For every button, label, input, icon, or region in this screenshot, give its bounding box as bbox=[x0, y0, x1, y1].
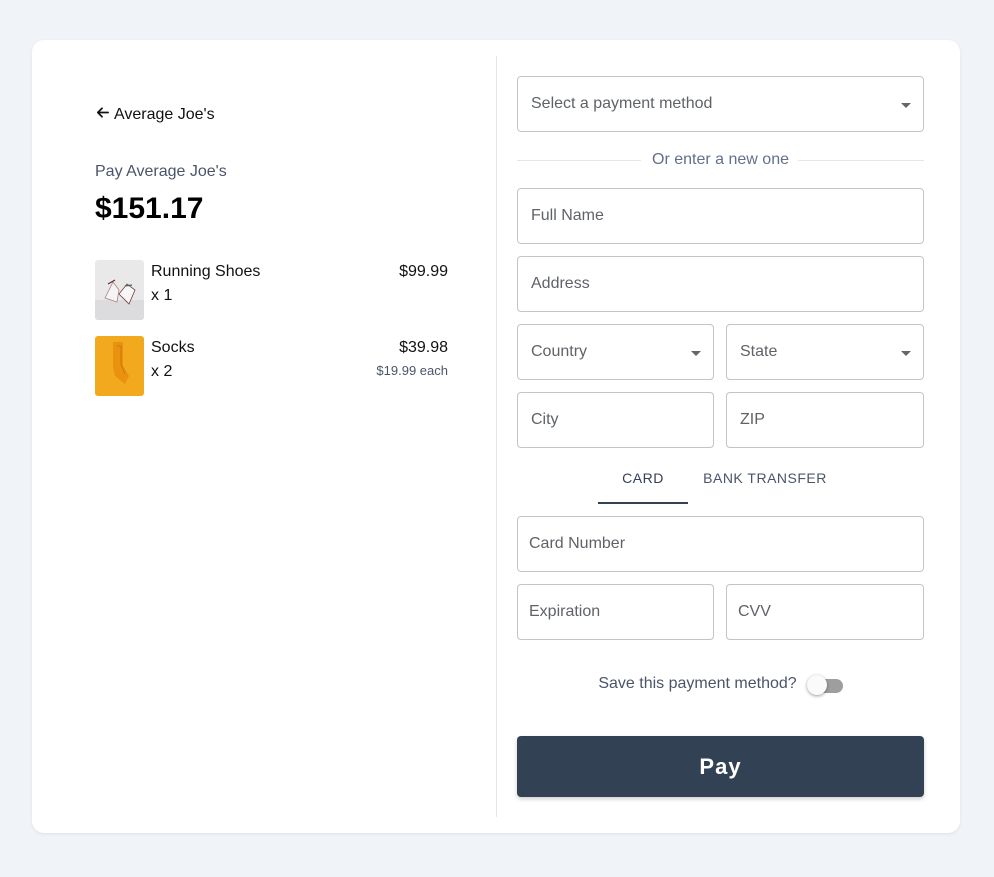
payment-method-placeholder: Select a payment method bbox=[531, 95, 713, 112]
zip-placeholder: ZIP bbox=[740, 411, 765, 428]
card-number-field[interactable]: Card Number bbox=[517, 516, 924, 572]
caret-down-icon bbox=[901, 103, 911, 108]
save-payment-row: Save this payment method? bbox=[517, 672, 924, 696]
payment-method-select[interactable]: Select a payment method bbox=[517, 76, 924, 132]
line-item: Running Shoes x 1 $99.99 bbox=[95, 260, 448, 320]
item-name: Running Shoes bbox=[151, 263, 261, 280]
tab-bank-transfer[interactable]: BANK TRANSFER bbox=[696, 470, 834, 504]
item-quantity: x 1 bbox=[151, 287, 173, 304]
item-quantity: x 2 bbox=[151, 363, 173, 380]
country-select[interactable]: Country bbox=[517, 324, 714, 380]
or-divider-text: Or enter a new one bbox=[652, 151, 789, 168]
caret-down-icon bbox=[691, 351, 701, 356]
line-item: Socks x 2 $39.98 $19.99 each bbox=[95, 336, 448, 396]
city-field[interactable]: City bbox=[517, 392, 714, 448]
back-link[interactable]: Average Joe's bbox=[95, 105, 215, 125]
arrow-left-icon bbox=[95, 105, 110, 125]
card-number-placeholder: Card Number bbox=[529, 535, 626, 552]
state-placeholder: State bbox=[740, 343, 778, 360]
country-placeholder: Country bbox=[531, 343, 588, 360]
item-price: $99.99 bbox=[399, 263, 448, 280]
tab-card[interactable]: CARD bbox=[598, 470, 688, 504]
item-unit-price: $19.99 each bbox=[376, 363, 448, 378]
cvv-placeholder: CVV bbox=[738, 603, 771, 620]
pay-merchant-label: Pay Average Joe's bbox=[95, 163, 227, 180]
pay-button[interactable]: Pay bbox=[517, 736, 924, 797]
save-payment-label: Save this payment method? bbox=[598, 675, 797, 692]
toggle-knob bbox=[806, 675, 827, 695]
order-total: $151.17 bbox=[95, 192, 204, 225]
cvv-field[interactable]: CVV bbox=[726, 584, 924, 640]
expiration-field[interactable]: Expiration bbox=[517, 584, 714, 640]
expiration-placeholder: Expiration bbox=[529, 603, 601, 620]
full-name-field[interactable]: Full Name bbox=[517, 188, 924, 244]
item-name: Socks bbox=[151, 339, 195, 356]
state-select[interactable]: State bbox=[726, 324, 924, 380]
or-divider: Or enter a new one bbox=[517, 150, 924, 170]
socks-image bbox=[95, 336, 144, 396]
back-link-label: Average Joe's bbox=[114, 106, 215, 123]
caret-down-icon bbox=[901, 351, 911, 356]
city-placeholder: City bbox=[531, 411, 559, 428]
address-placeholder: Address bbox=[531, 275, 590, 292]
full-name-placeholder: Full Name bbox=[531, 207, 604, 224]
save-payment-toggle[interactable] bbox=[806, 674, 843, 695]
item-price: $39.98 bbox=[399, 339, 448, 356]
zip-field[interactable]: ZIP bbox=[726, 392, 924, 448]
running-shoes-image bbox=[95, 260, 144, 320]
address-field[interactable]: Address bbox=[517, 256, 924, 312]
panel-divider bbox=[496, 56, 497, 817]
